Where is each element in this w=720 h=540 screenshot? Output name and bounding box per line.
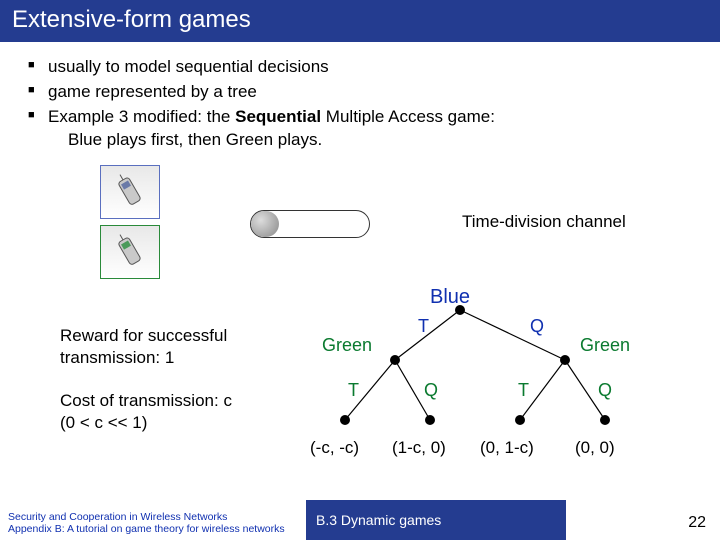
action-Q-label: Q <box>424 380 438 401</box>
footer-section-text: B.3 Dynamic games <box>316 512 441 528</box>
payoff-1: (-c, -c) <box>310 438 359 458</box>
footer-left: Security and Cooperation in Wireless Net… <box>8 511 285 536</box>
tree-leaf-node <box>425 415 435 425</box>
action-T-label: T <box>348 380 359 401</box>
tree-node <box>390 355 400 365</box>
player-green-label: Green <box>322 335 372 356</box>
footer-line: Appendix B: A tutorial on game theory fo… <box>8 523 285 536</box>
tree-leaf-node <box>340 415 350 425</box>
footer-line: Security and Cooperation in Wireless Net… <box>8 511 285 524</box>
tree-node <box>560 355 570 365</box>
tree-leaf-node <box>515 415 525 425</box>
tree-edges <box>0 0 720 540</box>
action-T-label: T <box>418 316 429 337</box>
action-Q-label: Q <box>598 380 612 401</box>
payoff-2: (1-c, 0) <box>392 438 446 458</box>
player-blue-label: Blue <box>430 286 470 309</box>
player-green-label: Green <box>580 335 630 356</box>
payoff-3: (0, 1-c) <box>480 438 534 458</box>
payoff-4: (0, 0) <box>575 438 615 458</box>
footer-section: B.3 Dynamic games <box>306 500 566 540</box>
tree-leaf-node <box>600 415 610 425</box>
page-number: 22 <box>688 514 706 532</box>
action-Q-label: Q <box>530 316 544 337</box>
footer: Security and Cooperation in Wireless Net… <box>0 500 720 540</box>
action-T-label: T <box>518 380 529 401</box>
